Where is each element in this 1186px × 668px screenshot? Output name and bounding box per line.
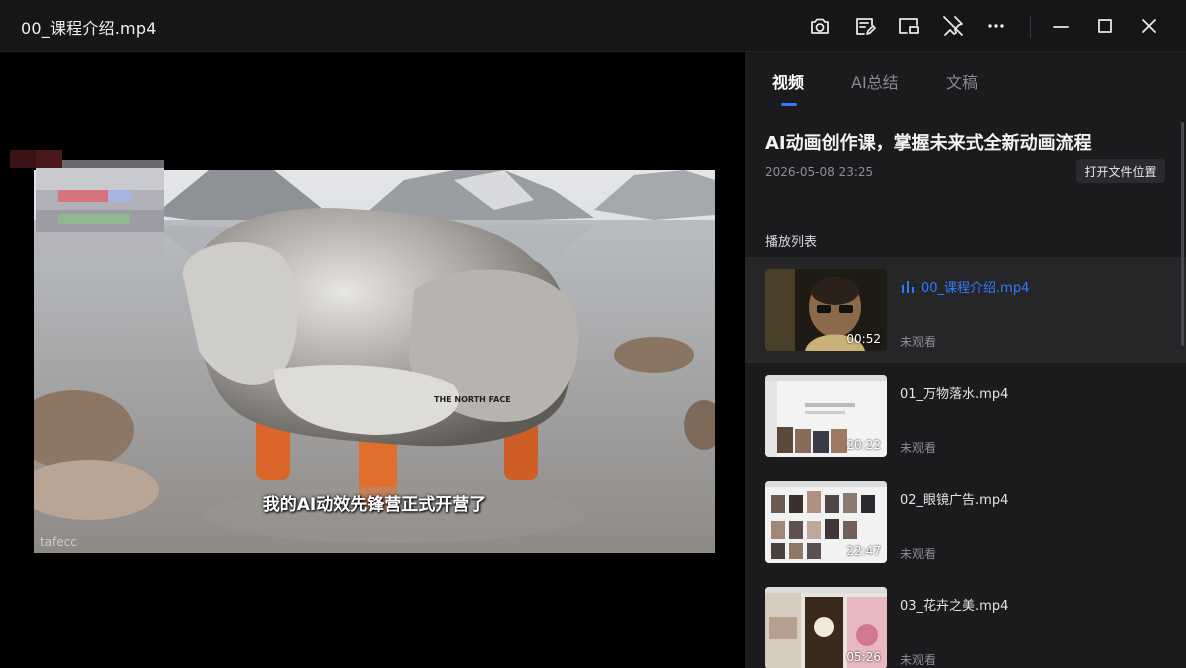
playlist-item[interactable]: 22:47 02_眼镜广告.mp4 未观看: [745, 469, 1186, 575]
video-thumbnail: 20:22: [765, 375, 887, 457]
picture-in-picture-icon: [899, 18, 919, 34]
note-button[interactable]: [851, 12, 879, 40]
pin-button[interactable]: [939, 12, 967, 40]
more-button[interactable]: [982, 12, 1010, 40]
video-duration: 05:26: [846, 650, 881, 664]
tab-transcript[interactable]: 文稿: [946, 69, 978, 93]
video-player[interactable]: THE NORTH FACE 我的AI动效先锋营正式开营了 tafecc: [0, 52, 745, 668]
minimize-icon: [1053, 26, 1069, 28]
video-duration: 22:47: [846, 544, 881, 558]
watch-status: 未观看: [900, 653, 937, 667]
maximize-button[interactable]: [1091, 12, 1119, 40]
tab-ai-summary[interactable]: AI总结: [851, 69, 899, 93]
watch-status: 未观看: [900, 547, 937, 561]
logo-text: THE NORTH FACE: [434, 395, 511, 404]
video-name: 02_眼镜广告.mp4: [900, 493, 1009, 508]
pin-off-icon: [943, 16, 963, 36]
active-tab-indicator: [781, 103, 797, 106]
video-name: 03_花卉之美.mp4: [900, 599, 1009, 614]
watch-status: 未观看: [900, 441, 937, 455]
screenshot-button[interactable]: [806, 12, 834, 40]
mini-player-button[interactable]: [895, 12, 923, 40]
more-icon: [988, 24, 1004, 28]
course-date: 2026-05-08 23:25: [765, 165, 874, 179]
video-watermark: tafecc: [40, 535, 77, 549]
window-title: 00_课程介绍.mp4: [21, 19, 157, 38]
video-duration: 00:52: [846, 332, 881, 346]
minimize-button[interactable]: [1047, 12, 1075, 40]
now-playing-icon: [902, 281, 916, 293]
video-name: 01_万物落水.mp4: [900, 387, 1009, 402]
pixelated-overlay-image: [10, 150, 164, 258]
titlebar-divider: [1030, 16, 1031, 38]
playlist-heading: 播放列表: [765, 235, 818, 250]
tab-video[interactable]: 视频: [772, 69, 804, 93]
title-bar: 00_课程介绍.mp4: [0, 0, 1186, 52]
video-thumbnail: 00:52: [765, 269, 887, 351]
edit-note-icon: [856, 18, 876, 35]
video-thumbnail: 22:47: [765, 481, 887, 563]
playlist-item[interactable]: 20:22 01_万物落水.mp4 未观看: [745, 363, 1186, 469]
close-button[interactable]: [1135, 12, 1163, 40]
video-duration: 20:22: [846, 438, 881, 452]
sidebar-scrollbar[interactable]: [1181, 122, 1184, 346]
playlist-item[interactable]: 05:26 03_花卉之美.mp4 未观看: [745, 575, 1186, 668]
close-icon: [1142, 19, 1156, 33]
playlist-item[interactable]: 00:52 00_课程介绍.mp4 未观看: [745, 257, 1186, 363]
watch-status: 未观看: [900, 335, 937, 349]
video-subtitle: 我的AI动效先锋营正式开营了: [262, 495, 487, 515]
course-title: AI动画创作课，掌握未来式全新动画流程: [765, 133, 1092, 154]
video-thumbnail: 05:26: [765, 587, 887, 668]
maximize-icon: [1098, 19, 1112, 33]
open-file-location-button[interactable]: 打开文件位置: [1076, 159, 1165, 183]
camera-icon: [811, 18, 829, 34]
video-name: 00_课程介绍.mp4: [921, 281, 1030, 296]
sidebar-panel: 视频 AI总结 文稿 AI动画创作课，掌握未来式全新动画流程 2026-05-0…: [745, 52, 1186, 668]
sidebar-tabs: 视频 AI总结 文稿: [745, 52, 1186, 112]
